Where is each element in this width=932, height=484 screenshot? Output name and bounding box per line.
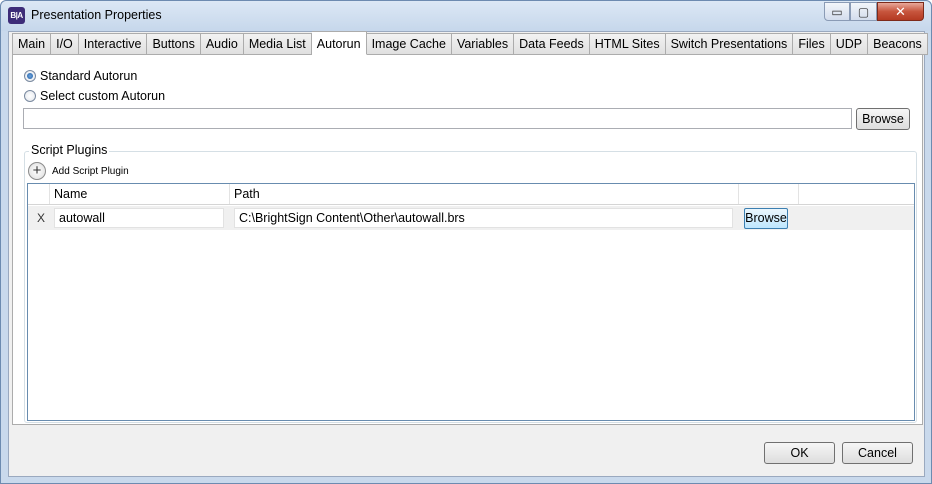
tab-io[interactable]: I/O (51, 33, 79, 55)
tab-variables[interactable]: Variables (451, 33, 515, 55)
minimize-icon: ▭ (831, 4, 843, 19)
custom-autorun-path-input[interactable] (23, 108, 852, 129)
tab-udp[interactable]: UDP (830, 33, 869, 55)
autorun-panel: Standard Autorun Select custom Autorun B… (12, 54, 923, 425)
presentation-properties-window: B|A Presentation Properties ▭ ▢ ✕ Main I… (0, 0, 932, 484)
plugin-browse-button[interactable]: Browse (744, 208, 788, 229)
grid-header-remove (28, 184, 50, 204)
tab-autorun[interactable]: Autorun (311, 31, 367, 55)
close-button[interactable]: ✕ (877, 2, 924, 21)
script-plugins-grid: Name Path X autowall C:\BrightSign Conte… (27, 183, 915, 421)
standard-autorun-label: Standard Autorun (40, 69, 138, 83)
tab-media-list[interactable]: Media List (243, 33, 312, 55)
tab-interactive[interactable]: Interactive (78, 33, 148, 55)
add-script-plugin-label[interactable]: Add Script Plugin (52, 166, 129, 177)
window-title: Presentation Properties (31, 8, 162, 22)
title-bar: B|A Presentation Properties ▭ ▢ ✕ (1, 1, 931, 31)
tab-files[interactable]: Files (793, 33, 831, 55)
tab-data-feeds[interactable]: Data Feeds (514, 33, 590, 55)
cancel-button[interactable]: Cancel (842, 442, 913, 464)
table-row: X autowall C:\BrightSign Content\Other\a… (28, 206, 914, 230)
column-header-name: Name (50, 184, 230, 204)
minimize-button[interactable]: ▭ (824, 2, 850, 21)
column-header-path: Path (230, 184, 739, 204)
ok-button[interactable]: OK (764, 442, 835, 464)
tab-audio[interactable]: Audio (200, 33, 244, 55)
plugin-name-field[interactable]: autowall (54, 208, 224, 228)
custom-autorun-browse-button[interactable]: Browse (856, 108, 910, 130)
maximize-icon: ▢ (857, 4, 870, 19)
close-icon: ✕ (895, 4, 906, 19)
dialog-client: Main I/O Interactive Buttons Audio Media… (8, 31, 928, 477)
standard-autorun-radio[interactable] (24, 70, 36, 82)
tab-html-sites[interactable]: HTML Sites (589, 33, 666, 55)
app-icon: B|A (8, 7, 25, 24)
tab-image-cache[interactable]: Image Cache (366, 33, 452, 55)
tab-switch-presentations[interactable]: Switch Presentations (665, 33, 794, 55)
tab-main[interactable]: Main (12, 33, 52, 55)
tab-beacons[interactable]: Beacons (868, 33, 928, 55)
remove-row-button[interactable]: X (37, 211, 45, 225)
tab-buttons[interactable]: Buttons (147, 33, 201, 55)
plugin-path-field[interactable]: C:\BrightSign Content\Other\autowall.brs (234, 208, 733, 228)
script-plugins-group: Script Plugins + Add Script Plugin Name … (24, 143, 917, 423)
add-plugin-icon[interactable]: + (28, 162, 46, 180)
column-header-browse (739, 184, 799, 204)
maximize-button[interactable]: ▢ (850, 2, 877, 21)
standard-autorun-option[interactable]: Standard Autorun (24, 69, 137, 83)
tab-strip: Main I/O Interactive Buttons Audio Media… (12, 31, 928, 55)
script-plugins-label: Script Plugins (29, 143, 110, 157)
custom-autorun-label: Select custom Autorun (40, 89, 166, 103)
custom-autorun-option[interactable]: Select custom Autorun (24, 89, 165, 103)
custom-autorun-radio[interactable] (24, 90, 36, 102)
grid-header: Name Path (28, 184, 914, 205)
